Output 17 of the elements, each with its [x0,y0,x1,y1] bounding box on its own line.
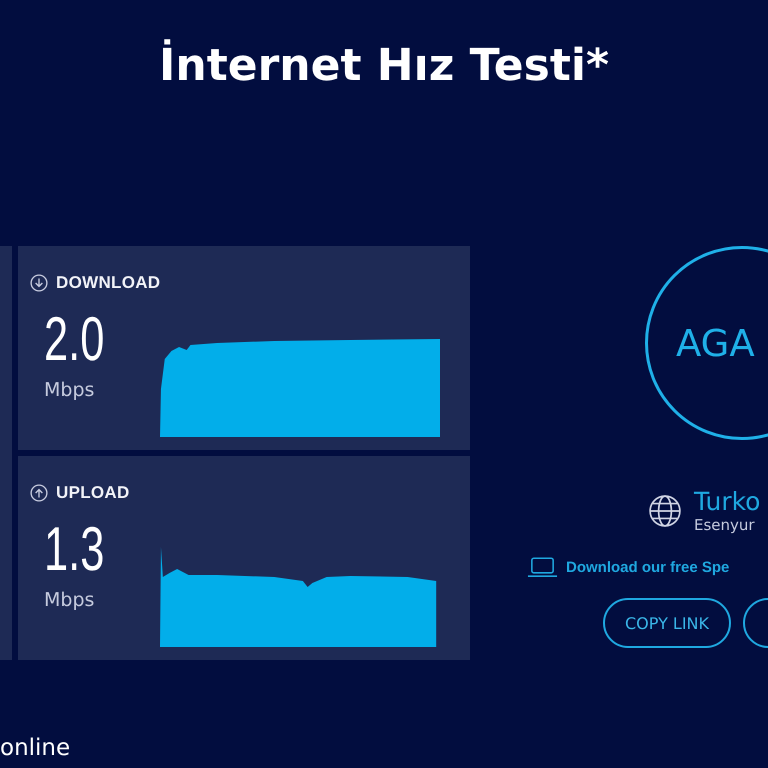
globe-icon [648,494,682,528]
upload-icon [30,484,48,502]
go-button[interactable]: AGA [645,246,768,440]
footer-text: online [0,734,72,762]
speed-unit: Mbps [44,589,96,611]
download-icon [30,274,48,292]
result-label: DOWNLOAD [56,273,160,293]
server-location: Esenyur [694,516,756,534]
copy-link-button[interactable]: COPY LINK [603,598,732,648]
page-title: İnternet Hız Testi* [158,38,610,93]
app-download-link[interactable]: Download our free Spe [566,558,730,576]
speed-unit: Mbps [44,379,96,401]
result-label: UPLOAD [56,483,130,503]
laptop-icon [527,556,558,578]
speed-value: 1.3 [44,517,106,583]
speed-value: 2.0 [44,307,106,373]
server-name[interactable]: Turko [694,488,760,516]
